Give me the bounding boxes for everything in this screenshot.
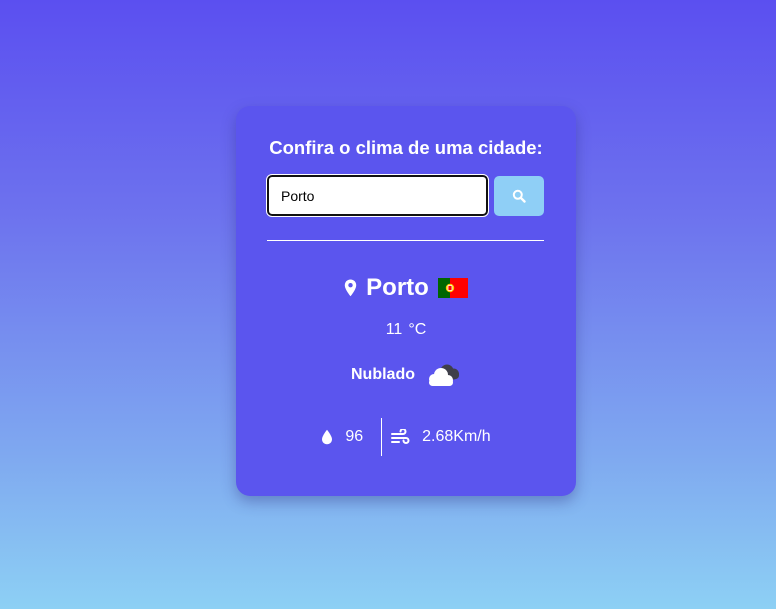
wind-detail: 2.68Km/h — [382, 428, 491, 446]
heading: Confira o clima de uma cidade: — [269, 137, 543, 158]
weather-description: Nublado — [351, 366, 415, 383]
portugal-flag-icon — [437, 278, 468, 298]
city-name: Porto — [366, 274, 429, 301]
search-icon — [512, 189, 526, 203]
divider — [267, 240, 544, 241]
wind-icon — [391, 429, 410, 444]
city-search-input[interactable] — [266, 174, 489, 217]
search-button[interactable] — [494, 176, 544, 216]
temperature-value: 11 — [385, 321, 403, 338]
cloud-icon — [429, 364, 459, 386]
description-row: Nublado — [236, 362, 576, 388]
temperature-row: 11 °C — [236, 321, 576, 339]
wind-value: 2.68Km/h — [422, 428, 491, 445]
weather-details: 96 2.68Km/h — [236, 418, 576, 456]
droplet-icon — [322, 429, 333, 445]
temperature-unit: °C — [408, 321, 427, 338]
humidity-detail: 96 — [321, 428, 381, 446]
location-pin-icon — [344, 279, 357, 297]
city-row: Porto — [236, 274, 576, 302]
weather-card: Confira o clima de uma cidade: Porto 11 … — [236, 106, 576, 496]
humidity-value: 96 — [345, 428, 364, 445]
